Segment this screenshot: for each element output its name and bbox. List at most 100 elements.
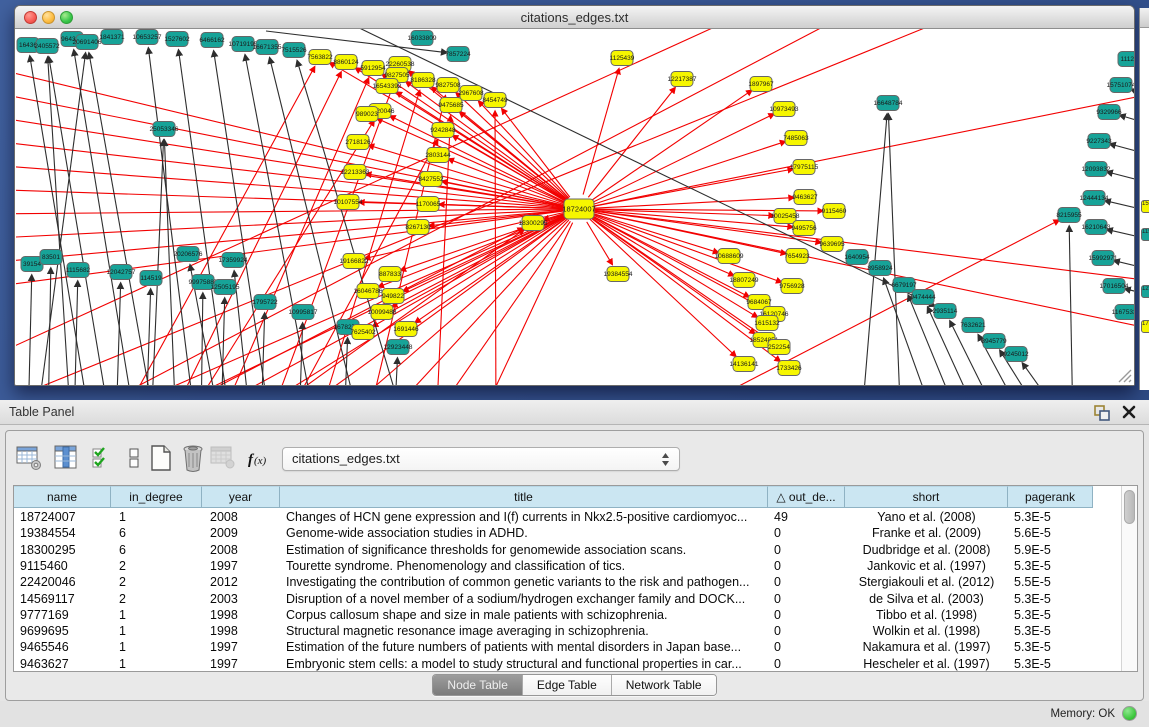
- graph-node[interactable]: 17975115: [790, 160, 819, 175]
- column-header-year[interactable]: year: [202, 486, 280, 508]
- tab-edge-table[interactable]: Edge Table: [523, 675, 612, 695]
- column-header-pagerank[interactable]: pagerank: [1008, 486, 1093, 508]
- graph-edge[interactable]: [1022, 363, 1066, 385]
- graph-edge[interactable]: [656, 220, 1059, 385]
- graph-node[interactable]: 1897967: [748, 77, 774, 92]
- graph-node[interactable]: 15751074: [1107, 78, 1134, 93]
- graph-node[interactable]: 17359924: [219, 253, 248, 268]
- graph-node[interactable]: 9475685: [438, 98, 464, 113]
- graph-node[interactable]: 10653257: [133, 30, 162, 45]
- graph-node[interactable]: 1115682: [66, 263, 91, 278]
- column-chooser-icon[interactable]: [52, 443, 80, 473]
- graph-node[interactable]: 25053346: [150, 122, 179, 137]
- graph-node[interactable]: 8186328: [410, 73, 436, 88]
- graph-node[interactable]: 18807249: [730, 273, 759, 288]
- graph-node[interactable]: 18300295: [519, 216, 548, 231]
- graph-node[interactable]: 9639695: [819, 237, 845, 252]
- graph-edge[interactable]: [394, 358, 397, 385]
- graph-node[interactable]: 9245012: [1003, 347, 1029, 362]
- delete-icon[interactable]: [179, 443, 207, 473]
- graph-node[interactable]: 8215955: [1056, 208, 1082, 223]
- graph-edge[interactable]: [76, 215, 565, 385]
- graph-edge[interactable]: [126, 216, 566, 385]
- graph-edge[interactable]: [201, 293, 203, 385]
- graph-node[interactable]: 9329966: [1096, 105, 1122, 120]
- graph-edge[interactable]: [89, 53, 156, 385]
- table-selector-dropdown[interactable]: citations_edges.txt: [282, 447, 680, 471]
- graph-node[interactable]: 12217387: [668, 72, 697, 87]
- graph-node[interactable]: 1125439: [610, 51, 635, 66]
- graph-nodes[interactable]: 1643624055729643612069140618413711065325…: [17, 30, 1134, 376]
- checkboxes-icon[interactable]: [121, 443, 149, 473]
- table-row[interactable]: 2242004622012Investigating the contribut…: [14, 574, 1122, 590]
- graph-node[interactable]: 17016504: [1100, 279, 1129, 294]
- graph-node[interactable]: 7654923: [784, 249, 810, 264]
- graph-edge[interactable]: [1069, 226, 1073, 385]
- graph-edge[interactable]: [460, 112, 568, 200]
- tab-node-table[interactable]: Node Table: [433, 675, 523, 695]
- table-row[interactable]: 1456911722003Disruption of a novel membe…: [14, 591, 1122, 607]
- graph-node[interactable]: 9242848: [430, 123, 456, 138]
- graph-edge[interactable]: [1114, 261, 1134, 273]
- graph-edge[interactable]: [16, 209, 564, 214]
- graph-node[interactable]: 12093832: [1082, 162, 1111, 177]
- graph-node[interactable]: 5912954: [360, 61, 386, 76]
- graph-node[interactable]: 16046786: [354, 284, 383, 299]
- graph-node[interactable]: 2967608: [458, 86, 484, 101]
- graph-node[interactable]: 11675334: [1112, 305, 1134, 320]
- graph-edge[interactable]: [299, 323, 303, 385]
- vertical-scrollbar[interactable]: [1121, 486, 1137, 671]
- graph-node[interactable]: 114519: [140, 271, 162, 286]
- graph-node[interactable]: 2935114: [933, 304, 958, 319]
- graph-node[interactable]: 83501: [40, 250, 62, 265]
- graph-node[interactable]: 10973493: [770, 102, 799, 117]
- graph-node[interactable]: 9474444: [910, 290, 936, 305]
- graph-node[interactable]: 7563822: [307, 50, 333, 65]
- graph-node[interactable]: 12444134: [1080, 191, 1109, 206]
- graph-node[interactable]: 18724007: [562, 199, 595, 219]
- graph-node[interactable]: 8454749: [482, 93, 508, 108]
- graph-edge[interactable]: [48, 268, 51, 385]
- graph-edge[interactable]: [28, 275, 32, 385]
- graph-node[interactable]: 20206576: [174, 247, 203, 262]
- graph-node[interactable]: 8267130: [405, 220, 431, 235]
- graph-node[interactable]: 7625402: [350, 325, 376, 340]
- graph-node[interactable]: 887833: [379, 267, 401, 282]
- graph-node[interactable]: 15992971: [1089, 251, 1118, 266]
- table-row[interactable]: 1872400712008Changes of HCN gene express…: [14, 509, 1122, 525]
- graph-edge[interactable]: [16, 64, 564, 205]
- graph-edge[interactable]: [48, 57, 71, 385]
- table-row[interactable]: 969969511998Structural magnetic resonanc…: [14, 623, 1122, 639]
- graph-node[interactable]: 12213363: [341, 165, 370, 180]
- graph-node[interactable]: 1795722: [252, 295, 278, 310]
- graph-edge[interactable]: [1110, 144, 1134, 159]
- new-file-icon[interactable]: [147, 443, 175, 473]
- graph-edge[interactable]: [1125, 289, 1134, 299]
- graph-edge[interactable]: [16, 210, 564, 239]
- float-panel-icon[interactable]: [1093, 404, 1111, 422]
- graph-node[interactable]: 8958924: [867, 261, 893, 276]
- graph-node[interactable]: 989023: [356, 107, 378, 122]
- table-row[interactable]: 977716911998Corpus callosum shape and si…: [14, 607, 1122, 623]
- graph-node[interactable]: 1170065: [416, 197, 441, 212]
- table-settings-icon[interactable]: [15, 443, 43, 473]
- table-row[interactable]: 1938455462009Genome-wide association stu…: [14, 525, 1122, 541]
- graph-node[interactable]: 10107554: [334, 195, 363, 210]
- graph-node[interactable]: 1615132: [754, 316, 780, 331]
- network-window-titlebar[interactable]: citations_edges.txt: [15, 6, 1134, 29]
- graph-edge[interactable]: [1120, 115, 1134, 129]
- column-header-name[interactable]: name: [14, 486, 111, 508]
- graph-node[interactable]: 1640954: [844, 250, 870, 265]
- scrollbar-thumb[interactable]: [1124, 490, 1135, 524]
- graph-node[interactable]: 19166822: [340, 254, 369, 269]
- graph-edge[interactable]: [1105, 201, 1134, 215]
- graph-edge[interactable]: [594, 212, 1134, 334]
- table-row[interactable]: 911546021997Tourette syndrome. Phenomeno…: [14, 558, 1122, 574]
- graph-edge[interactable]: [583, 69, 619, 195]
- graph-node[interactable]: 11123: [1118, 52, 1134, 67]
- select-rows-icon[interactable]: [89, 443, 117, 473]
- graph-node[interactable]: 7632621: [960, 318, 986, 333]
- graph-node[interactable]: 6466162: [199, 33, 225, 48]
- graph-node[interactable]: 10099488: [368, 305, 397, 320]
- graph-edge[interactable]: [30, 56, 91, 385]
